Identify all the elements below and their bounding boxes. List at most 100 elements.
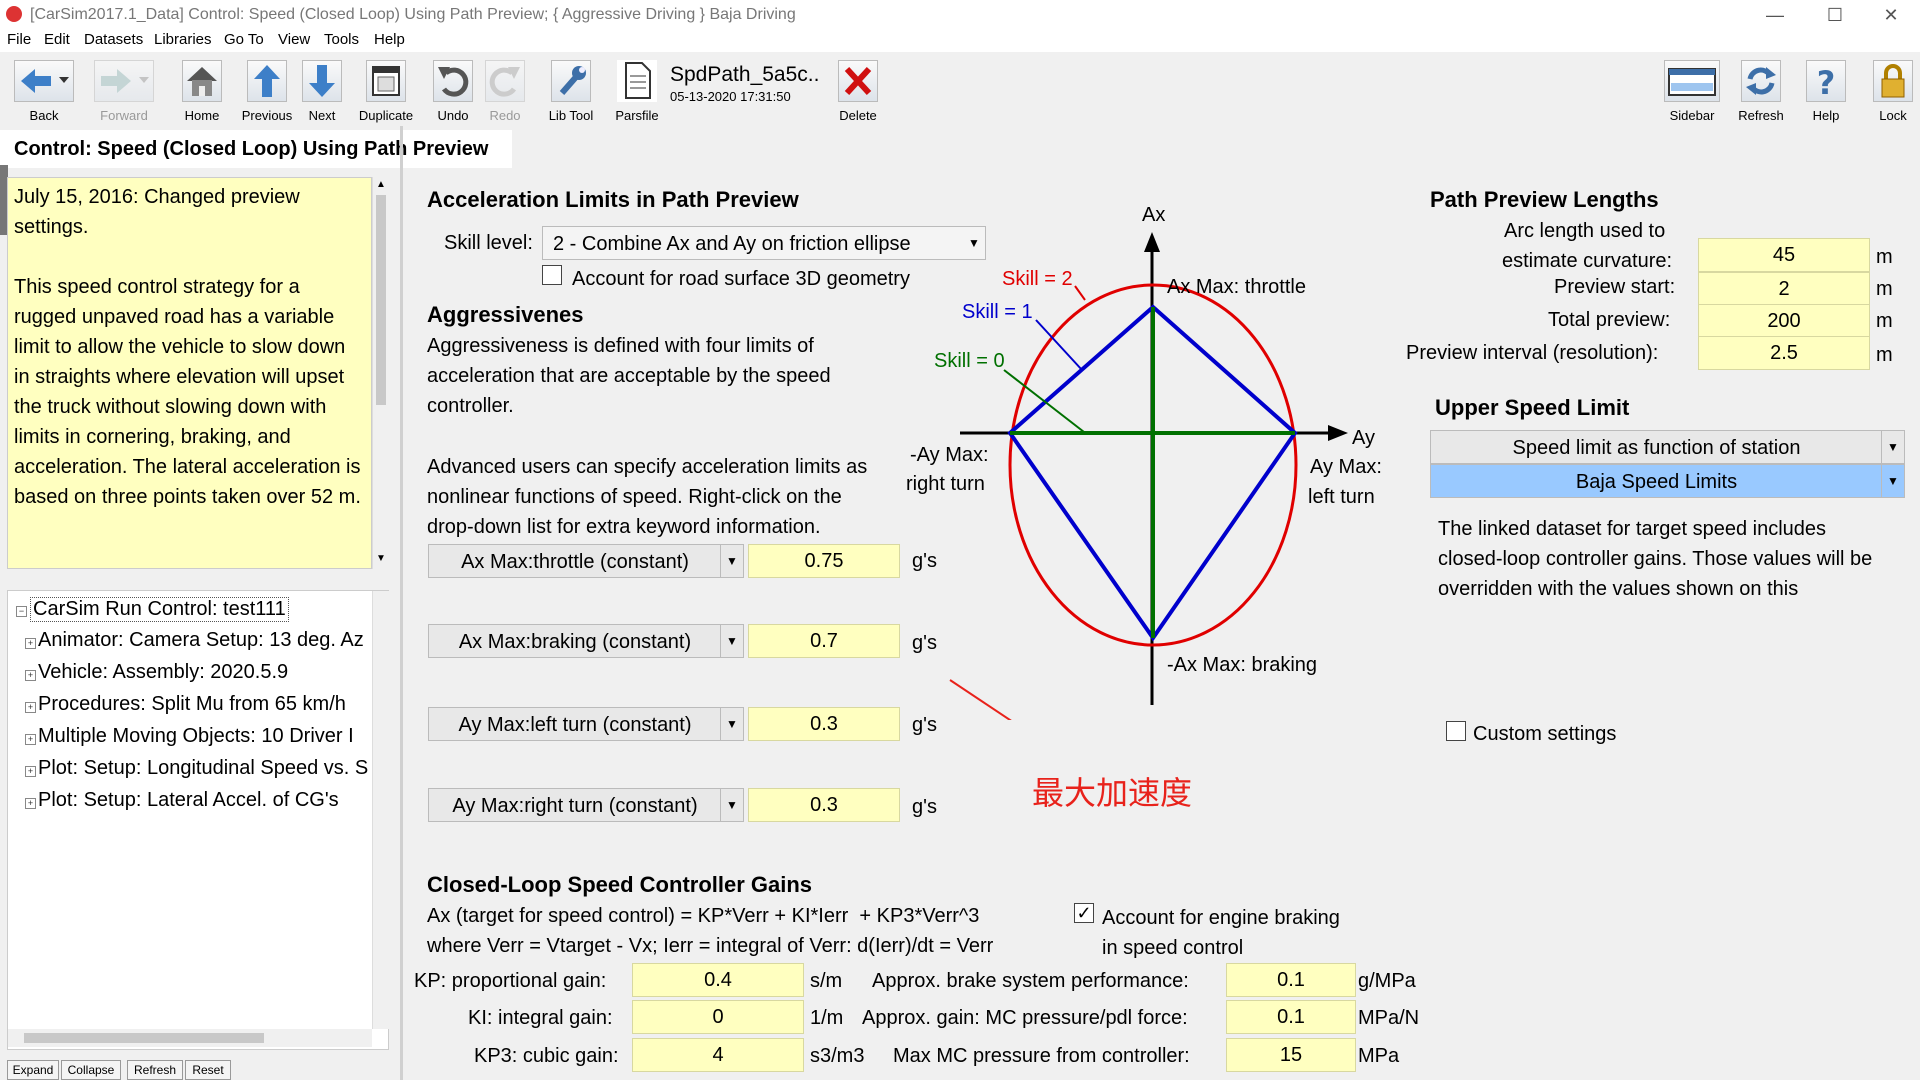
notes-textbox[interactable]: July 15, 2016: Changed preview settings.… — [7, 177, 372, 569]
close-button[interactable]: ✕ — [1866, 0, 1916, 30]
chevron-down-icon[interactable]: ▼ — [376, 553, 386, 564]
tree-expand-icon[interactable]: + — [25, 798, 36, 809]
sidebar-icon — [1664, 60, 1720, 102]
ay-left-dropdown[interactable]: Ay Max:left turn (constant) ▼ — [428, 707, 744, 741]
help-button[interactable]: ? Help — [1796, 54, 1856, 126]
preview-interval-input[interactable]: 2.5 — [1698, 336, 1870, 370]
lock-button[interactable]: Lock — [1863, 54, 1920, 126]
tree-collapse-icon[interactable]: − — [16, 606, 27, 617]
tree-horizontal-scrollbar[interactable] — [8, 1029, 372, 1047]
aggr-text-line: Aggressiveness is defined with four limi… — [427, 335, 814, 357]
redo-icon — [485, 60, 525, 102]
home-button[interactable]: Home — [172, 54, 232, 126]
chevron-down-icon: ▼ — [720, 789, 743, 821]
tree-vertical-scrollbar[interactable] — [372, 591, 389, 1029]
page-title-tab[interactable]: Control: Speed (Closed Loop) Using Path … — [0, 130, 512, 168]
ax-braking-dropdown[interactable]: Ax Max:braking (constant) ▼ — [428, 624, 744, 658]
tree-expand-icon[interactable]: + — [25, 766, 36, 777]
advanced-text-line: Advanced users can specify acceleration … — [427, 456, 868, 478]
pane-divider[interactable] — [400, 126, 403, 1080]
sidebar-button[interactable]: Sidebar — [1662, 54, 1722, 126]
lib-tool-button[interactable]: Lib Tool — [541, 54, 601, 126]
max-mc-pressure-input[interactable]: 15 — [1226, 1038, 1356, 1072]
preview-interval-label: Preview interval (resolution): — [1406, 342, 1659, 364]
menu-edit[interactable]: Edit — [44, 31, 70, 48]
ki-input[interactable]: 0 — [632, 1000, 804, 1034]
menu-goto[interactable]: Go To — [224, 31, 264, 48]
scroll-thumb[interactable] — [24, 1033, 264, 1043]
menu-libraries[interactable]: Libraries — [154, 31, 212, 48]
chevron-up-icon[interactable]: ▲ — [376, 179, 386, 190]
custom-settings-checkbox[interactable] — [1446, 721, 1466, 741]
minimize-button[interactable]: — — [1750, 0, 1800, 30]
menu-file[interactable]: File — [7, 31, 31, 48]
upper-speed-heading: Upper Speed Limit — [1435, 395, 1630, 420]
upper-note-line: closed-loop controller gains. Those valu… — [1438, 548, 1873, 570]
road3d-checkbox[interactable] — [542, 265, 562, 285]
tree-item[interactable]: Procedures: Split Mu from 65 km/h — [38, 693, 378, 716]
refresh-button[interactable]: Refresh — [1731, 54, 1791, 126]
diagram-ax-label: Ax — [1142, 204, 1166, 226]
next-button[interactable]: Next — [292, 54, 352, 126]
tree-item[interactable]: Plot: Setup: Longitudinal Speed vs. S — [38, 757, 378, 780]
menu-help[interactable]: Help — [374, 31, 405, 48]
kp3-input[interactable]: 4 — [632, 1038, 804, 1072]
collapse-button[interactable]: Collapse — [61, 1060, 121, 1080]
refresh-tree-button[interactable]: Refresh — [127, 1060, 183, 1080]
ax-throttle-input[interactable]: 0.75 — [748, 544, 900, 578]
delete-button[interactable]: Delete — [828, 54, 888, 126]
ax-throttle-dropdown[interactable]: Ax Max:throttle (constant) ▼ — [428, 544, 744, 578]
redo-button[interactable]: Redo — [475, 54, 535, 126]
tree-root-item[interactable]: CarSim Run Control: test111 — [30, 597, 289, 622]
tree-item[interactable]: Vehicle: Assembly: 2020.5.9 — [38, 661, 378, 684]
gains-equation: where Verr = Vtarget - Vx; Ierr = integr… — [427, 935, 994, 957]
unit-label: m — [1876, 344, 1893, 366]
notes-scrollbar[interactable]: ▲ ▼ — [372, 177, 389, 569]
tree-item[interactable]: Multiple Moving Objects: 10 Driver I — [38, 725, 378, 748]
diagram-ay-label: Ay — [1352, 427, 1375, 449]
refresh-icon — [1741, 60, 1781, 102]
scroll-thumb[interactable] — [376, 195, 386, 405]
reset-button[interactable]: Reset — [185, 1060, 231, 1080]
ay-right-label: -Ay Max: — [910, 444, 989, 466]
tree-item[interactable]: Animator: Camera Setup: 13 deg. Az — [38, 629, 378, 652]
preview-start-input[interactable]: 2 — [1698, 272, 1870, 306]
menu-view[interactable]: View — [278, 31, 310, 48]
duplicate-button[interactable]: Duplicate — [356, 54, 416, 126]
kp3-label: KP3: cubic gain: — [474, 1045, 619, 1067]
speed-limit-dataset-link[interactable]: Baja Speed Limits ▼ — [1430, 464, 1905, 498]
engine-braking-checkbox[interactable]: ✓ — [1074, 903, 1094, 923]
run-tree[interactable]: − CarSim Run Control: test111 + Animator… — [7, 590, 389, 1050]
menu-datasets[interactable]: Datasets — [84, 31, 143, 48]
forward-button[interactable]: Forward — [94, 54, 154, 126]
tree-expand-icon[interactable]: + — [25, 734, 36, 745]
menu-tools[interactable]: Tools — [324, 31, 359, 48]
parsfile-button[interactable]: Parsfile — [607, 54, 667, 126]
ay-right-dropdown[interactable]: Ay Max:right turn (constant) ▼ — [428, 788, 744, 822]
lock-icon — [1873, 60, 1913, 102]
document-icon — [617, 60, 657, 102]
upper-note-line: overridden with the values shown on this — [1438, 578, 1799, 600]
kp-input[interactable]: 0.4 — [632, 963, 804, 997]
back-button[interactable]: Back — [14, 54, 74, 126]
tree-expand-icon[interactable]: + — [25, 638, 36, 649]
up-arrow-icon — [247, 60, 287, 102]
tree-item[interactable]: Plot: Setup: Lateral Accel. of CG's — [38, 789, 378, 812]
total-preview-input[interactable]: 200 — [1698, 304, 1870, 338]
ay-left-input[interactable]: 0.3 — [748, 707, 900, 741]
ay-right-input[interactable]: 0.3 — [748, 788, 900, 822]
mc-pressure-gain-input[interactable]: 0.1 — [1226, 1000, 1356, 1034]
gains-heading: Closed-Loop Speed Controller Gains — [427, 872, 813, 897]
aggr-text-line: acceleration that are acceptable by the … — [427, 365, 831, 387]
arc-length-input[interactable]: 45 — [1698, 238, 1870, 272]
brake-performance-input[interactable]: 0.1 — [1226, 963, 1356, 997]
skill2-leader — [1074, 285, 1086, 301]
duplicate-icon — [366, 60, 406, 102]
ax-braking-input[interactable]: 0.7 — [748, 624, 900, 658]
maximize-button[interactable]: ☐ — [1810, 0, 1860, 30]
skill-label: Skill level: — [444, 232, 533, 254]
speed-limit-mode-dropdown[interactable]: Speed limit as function of station ▼ — [1430, 430, 1905, 464]
tree-expand-icon[interactable]: + — [25, 670, 36, 681]
tree-expand-icon[interactable]: + — [25, 702, 36, 713]
expand-button[interactable]: Expand — [7, 1060, 59, 1080]
